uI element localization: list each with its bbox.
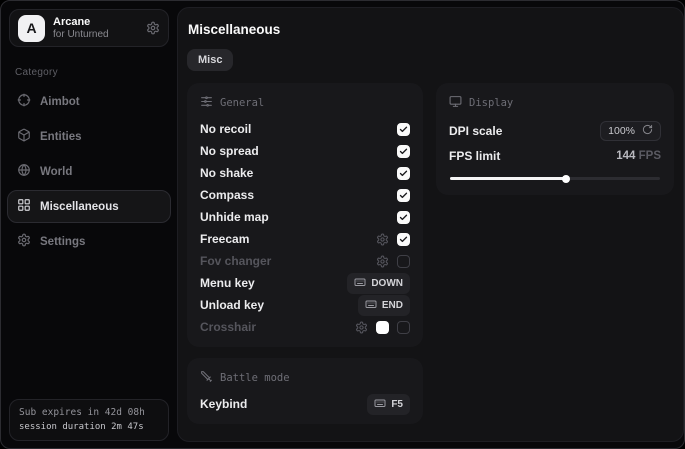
battle-mode-panel-header: Battle mode [200, 370, 410, 386]
setting-row-keybind: Keybind F5 [200, 393, 410, 415]
checkbox[interactable] [397, 145, 410, 158]
panel-title: Display [469, 97, 513, 109]
setting-row-fov-changer: Fov changer [200, 250, 410, 272]
sidebar: A Arcane for Unturned Category Aimbot En… [1, 1, 177, 448]
setting-row-no-spread: No spread [200, 140, 410, 162]
setting-row-dpi-scale: DPI scale 100% [449, 118, 661, 144]
swords-icon [200, 370, 213, 386]
category-label: Category [15, 67, 163, 78]
general-panel-header: General [200, 95, 410, 111]
sidebar-item-label: Miscellaneous [40, 201, 119, 213]
gear-icon [17, 233, 31, 250]
gear-icon[interactable] [146, 21, 160, 35]
fps-slider[interactable] [450, 177, 660, 180]
fps-slider-fill [450, 177, 566, 180]
checkbox[interactable] [397, 211, 410, 224]
setting-row-crosshair: Crosshair [200, 316, 410, 338]
battle-mode-panel: Battle mode Keybind F5 [187, 358, 423, 424]
setting-row-fps-limit: FPS limit 144 FPS [449, 144, 661, 168]
display-panel: Display DPI scale 100% FPS limit [436, 83, 674, 195]
sub-expiry-text: Sub expires in 42d 08h [19, 406, 159, 420]
setting-row-no-shake: No shake [200, 162, 410, 184]
sidebar-item-label: Settings [40, 236, 85, 248]
keyboard-icon [374, 397, 386, 412]
checkbox[interactable] [397, 167, 410, 180]
sidebar-item-miscellaneous[interactable]: Miscellaneous [7, 190, 171, 223]
gear-icon[interactable] [376, 233, 389, 246]
app-header: A Arcane for Unturned [9, 9, 169, 47]
sidebar-item-entities[interactable]: Entities [7, 120, 171, 153]
monitor-icon [449, 95, 462, 111]
dpi-scale-control[interactable]: 100% [600, 121, 661, 141]
general-panel: General No recoil No spread No shake [187, 83, 423, 347]
display-panel-header: Display [449, 95, 661, 111]
session-duration-text: session duration 2m 47s [19, 421, 159, 435]
setting-row-freecam: Freecam [200, 228, 410, 250]
panel-title: Battle mode [220, 372, 290, 384]
sidebar-item-world[interactable]: World [7, 155, 171, 188]
setting-row-no-recoil: No recoil [200, 118, 410, 140]
refresh-icon[interactable] [642, 124, 653, 138]
setting-row-compass: Compass [200, 184, 410, 206]
dpi-scale-value: 100% [608, 125, 635, 137]
setting-row-unhide-map: Unhide map [200, 206, 410, 228]
gear-icon[interactable] [376, 255, 389, 268]
checkbox[interactable] [397, 255, 410, 268]
sliders-icon [200, 95, 213, 111]
keyboard-icon [365, 298, 377, 313]
keyboard-icon [354, 276, 366, 291]
checkbox[interactable] [397, 189, 410, 202]
app-name: Arcane [53, 16, 138, 29]
app-subtitle: for Unturned [53, 29, 138, 41]
sidebar-item-label: World [40, 166, 72, 178]
checkbox[interactable] [397, 123, 410, 136]
app-logo: A [18, 15, 45, 42]
tab-misc[interactable]: Misc [187, 49, 233, 71]
crosshair-icon [17, 93, 31, 110]
setting-row-menu-key: Menu key DOWN [200, 272, 410, 294]
checkbox[interactable] [397, 233, 410, 246]
fps-slider-thumb[interactable] [562, 175, 570, 183]
globe-icon [17, 163, 31, 180]
panel-title: General [220, 97, 264, 109]
main-content: Miscellaneous Misc General No recoil [177, 7, 684, 442]
sidebar-item-label: Entities [40, 131, 82, 143]
setting-row-unload-key: Unload key END [200, 294, 410, 316]
arcane-window: A Arcane for Unturned Category Aimbot En… [0, 0, 685, 449]
tab-bar: Misc [187, 49, 674, 71]
keybind-badge[interactable]: END [358, 295, 410, 316]
keybind-badge[interactable]: F5 [367, 394, 410, 415]
gear-icon[interactable] [355, 321, 368, 334]
sidebar-item-label: Aimbot [40, 96, 80, 108]
sidebar-nav: Aimbot Entities World Miscellaneous Sett… [1, 84, 177, 259]
color-swatch[interactable] [376, 321, 389, 334]
keybind-badge[interactable]: DOWN [347, 273, 410, 294]
checkbox[interactable] [397, 321, 410, 334]
page-title: Miscellaneous [188, 22, 674, 37]
cube-icon [17, 128, 31, 145]
fps-limit-value: 144 FPS [616, 150, 661, 162]
sidebar-item-settings[interactable]: Settings [7, 225, 171, 258]
subscription-info: Sub expires in 42d 08h session duration … [9, 399, 169, 441]
grid-icon [17, 198, 31, 215]
sidebar-item-aimbot[interactable]: Aimbot [7, 85, 171, 118]
